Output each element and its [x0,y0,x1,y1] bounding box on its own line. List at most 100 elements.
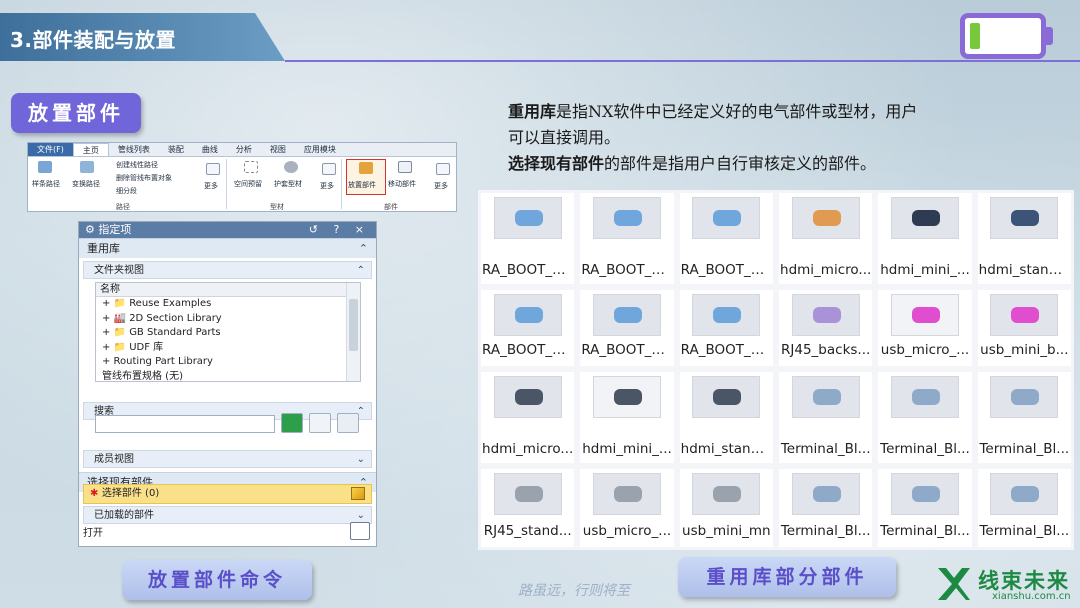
chevron-up-icon[interactable]: ⌃ [357,262,365,280]
create-linear-path-button[interactable]: 创建线性路径 [116,160,158,170]
cover-material-icon[interactable] [284,161,298,173]
part-label: usb_micro_... [880,342,970,358]
tree-item-gb-standard-parts[interactable]: + 📁 GB Standard Parts [96,326,360,341]
part-thumbnail-cell[interactable]: hdmi_micro... [478,369,578,466]
part-shape [911,307,940,323]
group-path: 路径 [116,203,130,211]
part-thumbnail-cell[interactable]: RA_BOOT_1... [676,190,776,287]
delete-pipe-objects-button[interactable]: 删除管线布置对象 [116,173,172,183]
more-button[interactable]: 更多 [434,181,448,191]
tab-home[interactable]: 主页 [72,143,109,156]
select-part-row[interactable]: ✱ 选择部件 (0) [83,484,372,504]
part-thumbnail-cell[interactable]: hdmi_stand... [974,190,1074,287]
part-thumbnail-cell[interactable]: Terminal_Bl... [875,369,975,466]
dialog-controls[interactable]: ↺ ? × [309,222,370,238]
part-label: Terminal_Bl... [880,523,970,539]
tree-scrollbar[interactable] [346,283,360,381]
loaded-parts-subsection[interactable]: 已加载的部件 ⌄ [83,506,372,524]
nx-ribbon: 文件(F) 主页 管线列表 装配 曲线 分析 视图 应用模块 样条路径 变换路径… [27,142,457,212]
spline-path-icon[interactable] [38,161,52,173]
part-thumbnail-cell[interactable]: Terminal_Bl... [974,466,1074,550]
part-shape [1011,389,1040,405]
select-part-label: 选择部件 (0) [101,488,160,499]
space-reserve-icon[interactable] [244,161,258,173]
tab-assembly[interactable]: 装配 [159,143,193,156]
part-thumbnail-cell[interactable]: RA_BOOT_1... [478,287,578,369]
transform-path-icon[interactable] [80,161,94,173]
part-thumbnail-cell[interactable]: usb_micro_... [577,466,677,550]
tree-item-2d-section-library[interactable]: + 🏭 2D Section Library [96,312,360,327]
part-shape [812,389,841,405]
reuse-library-section[interactable]: 重用库 ⌃ [79,238,376,258]
chevron-down-icon[interactable]: ⌄ [357,451,365,469]
part-thumbnail-cell[interactable]: RJ45_backs... [776,287,876,369]
part-preview-image [592,197,661,239]
place-part-icon [359,162,373,174]
subdivide-button[interactable]: 细分段 [116,186,137,196]
tree-item-udf-library[interactable]: + 📁 UDF 库 [96,341,360,356]
part-thumbnail-cell[interactable]: RA_BOOT_1... [577,190,677,287]
part-thumbnail-cell[interactable]: RA_BOOT_1... [577,287,677,369]
tab-apps[interactable]: 应用模块 [295,143,345,156]
go-arrow-button[interactable] [281,413,303,433]
member-view-subsection[interactable]: 成员视图 ⌄ [83,450,372,468]
more-icon[interactable] [322,163,336,175]
part-thumbnail-cell[interactable]: Terminal_Bl... [776,369,876,466]
tab-analysis[interactable]: 分析 [227,143,261,156]
part-thumbnail-cell[interactable]: RA_BOOT_1... [478,190,578,287]
search-input[interactable] [95,415,275,433]
more-button[interactable]: 更多 [320,181,334,191]
tab-curve[interactable]: 曲线 [193,143,227,156]
tree-item-routing-spec[interactable]: 管线布置规格 (无) [96,370,360,385]
more-icon[interactable] [206,163,220,175]
part-preview-image [493,376,562,418]
motto: 路虽远，行则将至 [518,583,630,599]
move-part-button[interactable]: 移动部件 [388,179,416,189]
part-shape [713,486,742,502]
tab-pipe-list[interactable]: 管线列表 [109,143,159,156]
part-shape [713,210,742,226]
folder-view-subsection[interactable]: 文件夹视图 ⌃ [83,261,372,279]
search-options-button[interactable] [337,413,359,433]
part-thumbnail-cell[interactable]: Terminal_Bl... [776,466,876,550]
open-folder-icon[interactable] [350,522,370,540]
part-thumbnail-cell[interactable]: hdmi_mini_... [875,190,975,287]
transform-path-button[interactable]: 变换路径 [72,179,100,189]
tree-header: 名称 [96,283,360,297]
move-part-icon[interactable] [398,161,412,173]
tab-view[interactable]: 视图 [261,143,295,156]
part-label: Terminal_Bl... [979,523,1070,539]
part-thumbnail-cell[interactable]: usb_micro_... [875,287,975,369]
more-button[interactable]: 更多 [204,181,218,191]
part-thumbnail-cell[interactable]: RJ45_stand... [478,466,578,550]
cover-material-button[interactable]: 护套型材 [274,179,302,189]
open-label: 打开 [83,528,103,539]
part-thumbnail-cell[interactable]: hdmi_mini_... [577,369,677,466]
part-thumbnail-cell[interactable]: hdmi_stand... [676,369,776,466]
part-thumbnail-cell[interactable]: usb_mini_mn [676,466,776,550]
part-shape [1011,307,1040,323]
logo-icon [938,568,970,600]
tab-file[interactable]: 文件(F) [28,143,73,156]
part-thumbnail-cell[interactable]: hdmi_micro... [776,190,876,287]
part-thumbnail-cell[interactable]: Terminal_Bl... [974,369,1074,466]
part-thumbnail-cell[interactable]: Terminal_Bl... [875,466,975,550]
cube-icon[interactable] [351,487,365,500]
tree-item-routing-part-library[interactable]: + Routing Part Library [96,355,360,370]
part-thumbnail-cell[interactable]: RA_BOOT_2... [676,287,776,369]
tree-item-reuse-examples[interactable]: + 📁 Reuse Examples [96,297,360,312]
more-icon[interactable] [436,163,450,175]
part-thumbnail-cell[interactable]: usb_mini_b... [974,287,1074,369]
part-label: hdmi_micro... [482,441,574,457]
part-shape [911,486,940,502]
subsection-label: 成员视图 [94,454,134,465]
scrollbar-thumb[interactable] [349,299,358,351]
place-part-button[interactable]: 放置部件 [346,159,386,195]
chevron-up-icon[interactable]: ⌃ [359,239,368,259]
clear-search-button[interactable] [309,413,331,433]
section-badge: 放置部件 [11,93,141,133]
part-shape [713,307,742,323]
ribbon-body: 样条路径 变换路径 创建线性路径 删除管线布置对象 细分段 更多 路径 空间预留… [28,157,456,212]
space-reserve-button[interactable]: 空间预留 [234,179,262,189]
spline-path-button[interactable]: 样条路径 [32,179,60,189]
